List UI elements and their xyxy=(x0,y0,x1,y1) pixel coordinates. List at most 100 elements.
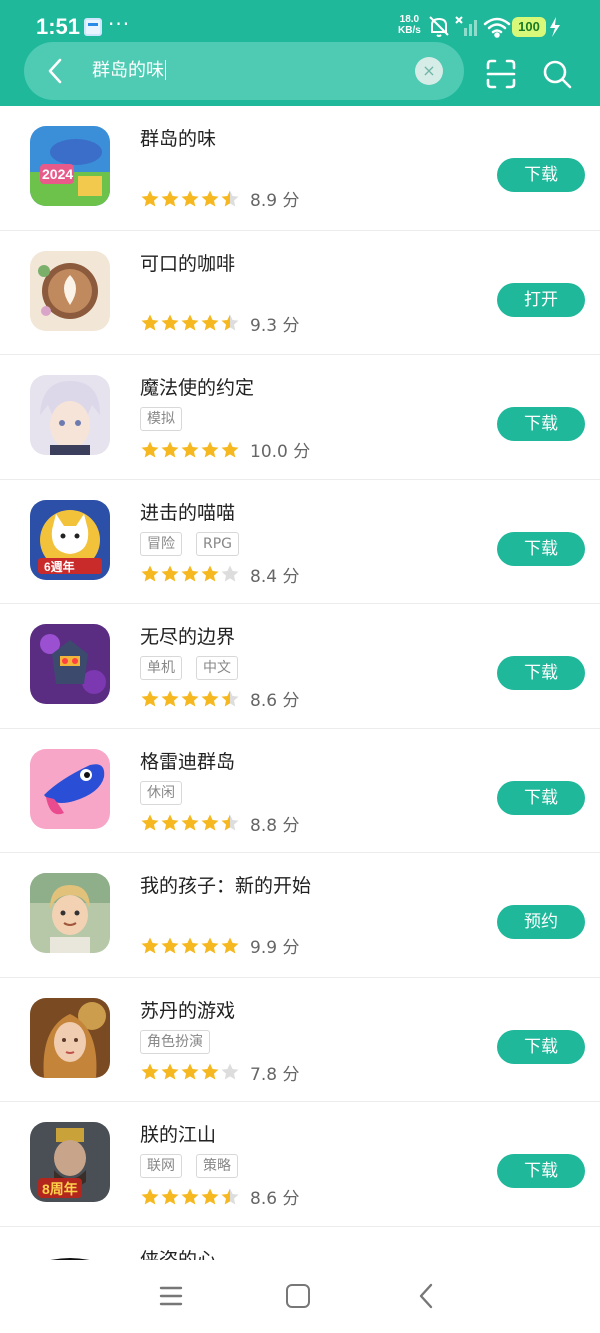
app-tags: 冒险 RPG xyxy=(140,531,253,556)
app-tag: 策略 xyxy=(196,1154,238,1178)
star-full-icon xyxy=(181,565,199,582)
star-full-icon xyxy=(201,190,219,207)
app-action-button[interactable]: 下载 xyxy=(497,158,585,192)
star-rating xyxy=(140,564,240,585)
network-speed-unit: KB/s xyxy=(398,25,421,36)
app-name[interactable]: 苏丹的游戏 xyxy=(140,996,235,1023)
system-navigation-bar xyxy=(0,1260,600,1333)
app-name[interactable]: 我的孩子：新的开始 xyxy=(140,871,311,898)
status-time: 1:51 xyxy=(36,14,81,39)
star-rating xyxy=(140,439,240,460)
cooking-game-icon[interactable]: 2024 xyxy=(30,126,110,206)
app-action-button[interactable]: 预约 xyxy=(497,905,585,939)
app-tag: 中文 xyxy=(196,656,238,680)
app-list-item[interactable]: 8周年 朕的江山联网 策略 8.6 分 下载 xyxy=(0,1102,600,1227)
app-action-button[interactable]: 下载 xyxy=(497,407,585,441)
app-rating: 8.4 分 xyxy=(140,562,300,587)
recent-apps-icon[interactable] xyxy=(158,1284,184,1308)
app-list-item[interactable]: 无尽的边界单机 中文 8.6 分 下载 xyxy=(0,604,600,729)
star-rating xyxy=(140,935,240,956)
anime-character-icon[interactable] xyxy=(30,375,110,455)
app-rating: 8.6 分 xyxy=(140,1184,299,1209)
star-rating xyxy=(140,313,240,334)
app-name[interactable]: 无尽的边界 xyxy=(140,622,235,649)
app-tag: 休闲 xyxy=(140,780,182,805)
app-name[interactable]: 朕的江山 xyxy=(140,1120,216,1147)
app-header: 1:51 ··· 18.0 KB/s 100 群岛的味 × xyxy=(0,0,600,106)
app-list-item[interactable]: 苏丹的游戏 角色扮演 7.8 分 下载 xyxy=(0,978,600,1102)
star-full-icon xyxy=(181,690,199,707)
battery-level: 100 xyxy=(512,17,546,37)
network-speed-value: 18.0 xyxy=(399,14,420,25)
svg-text:2024: 2024 xyxy=(42,166,73,182)
app-name[interactable]: 可口的咖啡 xyxy=(140,249,235,276)
app-score: 8.4 分 xyxy=(250,566,300,587)
app-list-item[interactable]: 我的孩子：新的开始 9.9 分 预约 xyxy=(0,853,600,978)
robot-monster-icon[interactable] xyxy=(30,624,110,704)
star-full-icon xyxy=(181,441,199,458)
svg-text:6週年: 6週年 xyxy=(44,559,75,574)
search-input[interactable]: 群岛的味 xyxy=(92,58,166,84)
app-name[interactable]: 进击的喵喵 xyxy=(140,498,235,525)
emperor-icon[interactable]: 8周年 xyxy=(30,1122,110,1202)
app-name[interactable]: 魔法使的约定 xyxy=(140,373,254,400)
search-icon[interactable] xyxy=(540,57,574,91)
star-full-icon xyxy=(161,1188,179,1205)
app-action-button[interactable]: 下载 xyxy=(497,656,585,690)
app-action-button[interactable]: 下载 xyxy=(497,780,585,815)
coffee-cup-icon[interactable] xyxy=(30,250,110,331)
app-list-item[interactable]: 6週年 进击的喵喵冒险 RPG 8.4 分 下载 xyxy=(0,480,600,604)
app-rating: 9.9 分 xyxy=(140,933,299,958)
star-empty-icon xyxy=(221,1063,239,1080)
star-full-icon xyxy=(161,690,179,707)
woman-portrait-icon[interactable] xyxy=(30,997,110,1078)
app-list-item[interactable]: 可口的咖啡 9.3 分 打开 xyxy=(0,231,600,355)
star-rating xyxy=(140,688,240,709)
app-tags: 联网 策略 xyxy=(140,1154,252,1178)
search-results-list: 2024 群岛的味 8.9 分下载 可口的咖啡 9.3 分打开 魔法使的约定 模拟 10.0 … xyxy=(0,106,600,1333)
star-full-icon xyxy=(181,937,199,954)
app-rating: 10.0 分 xyxy=(140,437,311,462)
app-rating: 8.8 分 xyxy=(140,811,299,836)
star-rating xyxy=(140,813,240,834)
app-score: 9.3 分 xyxy=(250,315,300,336)
scan-icon[interactable] xyxy=(484,57,518,91)
app-list-item[interactable]: 格雷迪群岛休闲 8.8 分 下载 xyxy=(0,729,600,853)
star-full-icon xyxy=(141,690,159,707)
app-tag: RPG xyxy=(196,531,240,556)
back-icon[interactable] xyxy=(38,55,74,87)
star-full-icon xyxy=(161,814,179,831)
app-list-item[interactable]: 魔法使的约定 模拟 10.0 分 下载 xyxy=(0,355,600,480)
app-action-button[interactable]: 下载 xyxy=(497,1154,585,1188)
app-tags: 模拟 xyxy=(140,407,196,431)
app-rating: 8.9 分 xyxy=(140,186,300,211)
star-full-icon xyxy=(181,1188,199,1205)
app-tag: 角色扮演 xyxy=(140,1029,210,1054)
app-score: 10.0 分 xyxy=(250,442,311,462)
app-name[interactable]: 群岛的味 xyxy=(140,124,216,151)
app-score: 8.6 分 xyxy=(250,691,300,711)
app-name[interactable]: 格雷迪群岛 xyxy=(140,747,235,774)
app-score: 8.9 分 xyxy=(250,191,300,211)
boy-portrait-icon[interactable] xyxy=(30,873,110,953)
app-action-button[interactable]: 打开 xyxy=(497,282,585,317)
app-action-button[interactable]: 下载 xyxy=(497,1029,585,1064)
app-tag: 模拟 xyxy=(140,407,182,431)
app-tag: 单机 xyxy=(140,656,182,680)
nav-back-icon[interactable] xyxy=(414,1282,438,1310)
app-tags: 角色扮演 xyxy=(140,1029,224,1054)
app-action-button[interactable]: 下载 xyxy=(497,531,585,566)
star-full-icon xyxy=(181,814,199,831)
star-full-icon xyxy=(201,814,219,831)
cat-warrior-icon[interactable]: 6週年 xyxy=(30,499,110,580)
star-half-icon xyxy=(221,1188,239,1205)
app-list-item[interactable]: 2024 群岛的味 8.9 分 下载 xyxy=(0,106,600,231)
star-full-icon xyxy=(161,565,179,582)
star-full-icon xyxy=(221,441,239,458)
clear-search-icon[interactable]: × xyxy=(415,57,443,85)
home-icon[interactable] xyxy=(286,1284,310,1308)
svg-text:8周年: 8周年 xyxy=(42,1181,78,1197)
blue-creature-icon[interactable] xyxy=(30,748,110,829)
search-bar[interactable] xyxy=(24,42,464,100)
charging-icon xyxy=(550,17,560,37)
